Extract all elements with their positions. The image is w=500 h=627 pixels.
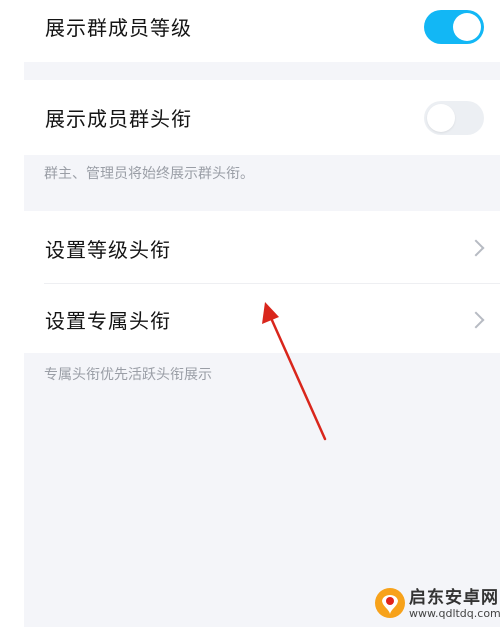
exclusive-hint-text: 专属头衔优先活跃头衔展示 [44,367,212,383]
watermark-brand: 启东安卓网 [409,588,499,608]
show-member-title-toggle[interactable] [424,101,484,135]
set-level-title-row[interactable]: 设置等级头衔 [24,211,500,283]
watermark-url: www.qdltdq.com [409,607,500,620]
show-member-level-toggle[interactable] [424,10,484,44]
set-exclusive-title-label: 设置专属头衔 [45,309,171,333]
group-settings-screen: 展示群成员等级 展示成员群头衔 群主、管理员将始终展示群头衔。 设置等级头衔 设… [24,0,500,627]
title-settings-group: 设置等级头衔 设置专属头衔 [24,211,500,353]
show-member-level-label: 展示群成员等级 [45,16,192,40]
title-hint-text: 群主、管理员将始终展示群头衔。 [44,166,254,182]
show-member-title-label: 展示成员群头衔 [45,107,192,131]
show-member-title-row[interactable]: 展示成员群头衔 [24,80,500,155]
show-member-level-row[interactable]: 展示群成员等级 [24,0,500,62]
watermark: 启东安卓网 www.qdltdq.com [373,581,500,627]
set-exclusive-title-row[interactable]: 设置专属头衔 [24,284,500,353]
toggle-knob [453,13,481,41]
chevron-right-icon [467,239,485,257]
toggle-knob [427,104,455,132]
chevron-right-icon [467,311,485,329]
set-level-title-label: 设置等级头衔 [45,238,171,262]
watermark-logo-icon [375,588,405,618]
